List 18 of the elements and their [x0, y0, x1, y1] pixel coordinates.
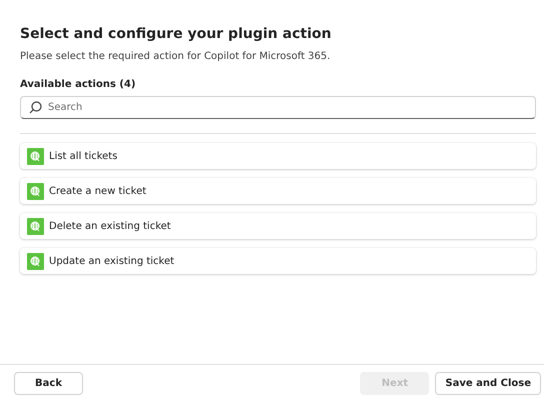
page-title: Select and configure your plugin action [20, 25, 332, 44]
action-label: Create a new ticket [49, 186, 146, 196]
action-item[interactable]: Delete an existing ticket [20, 213, 536, 239]
globe-icon [27, 148, 44, 164]
globe-icon [27, 252, 44, 270]
globe-icon [27, 182, 44, 200]
search-field[interactable]: Search [20, 96, 536, 119]
footer-button[interactable]: Save and Close [435, 372, 541, 394]
page-description: Please select the required action for Copilot for Microsoft 365. [20, 51, 332, 62]
action-item[interactable]: Update an existing ticket [20, 248, 536, 274]
action-item[interactable]: List all tickets [20, 143, 536, 169]
section-label: Available actions (4) [20, 79, 137, 90]
globe-icon [27, 218, 44, 234]
action-label: Delete an existing ticket [49, 220, 171, 232]
footer-button[interactable]: Back [14, 372, 83, 394]
action-item[interactable]: Create a new ticket [20, 178, 536, 204]
action-label: Update an existing ticket [49, 256, 174, 266]
action-label: List all tickets [49, 150, 118, 162]
